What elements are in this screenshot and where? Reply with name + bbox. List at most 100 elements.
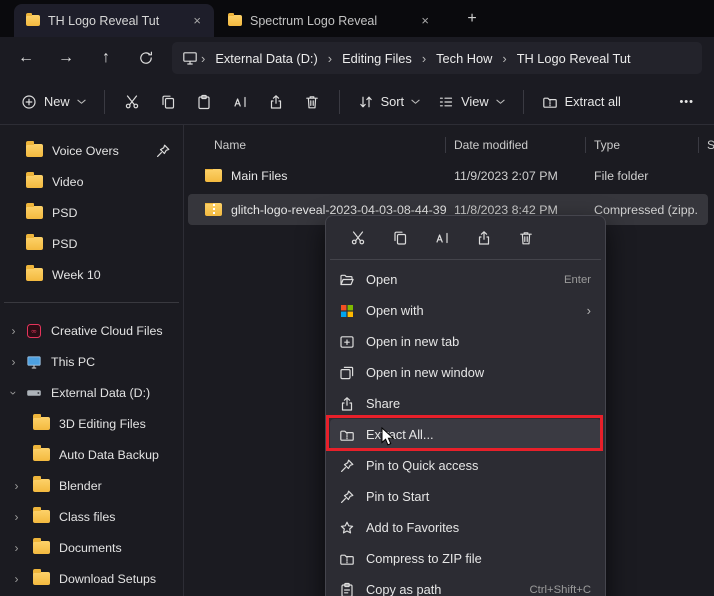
zip-folder-icon — [542, 97, 557, 108]
sidebar-item-label: Class files — [59, 509, 116, 524]
menu-item-copy-as-path[interactable]: Copy as path Ctrl+Shift+C — [330, 574, 601, 596]
submenu-chevron-icon: › — [586, 303, 591, 318]
copy-button[interactable] — [150, 85, 186, 119]
tab-th-logo-reveal[interactable]: TH Logo Reveal Tut × — [14, 4, 214, 37]
more-options-button[interactable]: ••• — [671, 92, 702, 112]
chevron-right-icon: › — [201, 50, 206, 66]
copy-icon — [162, 95, 174, 109]
cut-button[interactable] — [338, 223, 378, 253]
view-button[interactable]: View — [429, 87, 514, 117]
sidebar-item-video[interactable]: Video — [0, 166, 183, 197]
folder-icon — [26, 13, 40, 26]
chevron-right-icon[interactable]: › — [9, 324, 18, 338]
toolbar-divider — [338, 89, 340, 114]
clipboard-path-icon — [341, 582, 353, 596]
forward-button[interactable]: → — [46, 41, 86, 75]
rename-button[interactable] — [222, 85, 258, 119]
up-button[interactable]: ↑ — [86, 41, 126, 75]
chevron-right-icon[interactable]: › — [12, 510, 21, 524]
chevron-down-icon — [495, 99, 505, 104]
menu-item-label: Add to Favorites — [366, 520, 460, 535]
menu-item-open-with[interactable]: Open with › — [330, 295, 601, 326]
command-toolbar: New Sort View Extract all ••• — [0, 79, 714, 125]
sidebar-item-week-10[interactable]: Week 10 — [0, 259, 183, 290]
context-menu-icon-row — [330, 220, 601, 260]
sidebar-item-psd[interactable]: PSD — [0, 197, 183, 228]
breadcrumb-item[interactable]: Tech How — [429, 51, 499, 66]
sidebar-item-blender[interactable]: › Blender — [0, 470, 183, 501]
scissors-icon — [351, 231, 365, 245]
sort-button[interactable]: Sort — [349, 87, 429, 117]
sidebar: Voice Overs Video PSD PSD Week 10 › ∞ Cr… — [0, 125, 184, 596]
sidebar-item-this-pc[interactable]: › This PC — [0, 346, 183, 377]
new-window-icon — [340, 366, 354, 379]
column-header-size[interactable]: S — [699, 137, 714, 153]
sidebar-item-creative-cloud[interactable]: › ∞ Creative Cloud Files — [0, 315, 183, 346]
toolbar-divider — [522, 89, 524, 114]
sidebar-item-download-setups[interactable]: › Download Setups — [0, 563, 183, 594]
menu-item-pin-to-start[interactable]: Pin to Start — [330, 481, 601, 512]
menu-item-open-in-new-tab[interactable]: Open in new tab — [330, 326, 601, 357]
column-headers: Name Date modified Type S — [184, 133, 714, 157]
sidebar-item-label: This PC — [51, 354, 96, 369]
tab-close-icon[interactable]: × — [188, 13, 206, 28]
menu-item-extract-all[interactable]: Extract All... — [330, 419, 601, 450]
breadcrumb-item[interactable]: External Data (D:) — [208, 51, 324, 66]
column-header-type[interactable]: Type — [586, 137, 699, 153]
menu-item-open[interactable]: Open Enter — [330, 264, 601, 295]
chevron-right-icon[interactable]: › — [12, 572, 21, 586]
file-row-main-files[interactable]: Main Files 11/9/2023 2:07 PM File folder — [188, 160, 708, 191]
cut-button[interactable] — [114, 85, 150, 119]
sort-icon — [359, 96, 372, 107]
sidebar-item-label: PSD — [52, 205, 78, 220]
tab-close-icon[interactable]: × — [416, 13, 434, 28]
sidebar-item-auto-data-backup[interactable]: Auto Data Backup — [0, 439, 183, 470]
menu-item-pin-to-quick-access[interactable]: Pin to Quick access — [330, 450, 601, 481]
rename-button[interactable] — [422, 223, 462, 253]
copy-button[interactable] — [380, 223, 420, 253]
new-button[interactable]: New — [12, 87, 95, 117]
extract-all-button[interactable]: Extract all — [533, 87, 630, 117]
sidebar-item-voice-overs[interactable]: Voice Overs — [0, 135, 183, 166]
breadcrumb-item[interactable]: Editing Files — [335, 51, 419, 66]
toolbar-divider — [103, 89, 105, 114]
menu-item-label: Open in new window — [366, 365, 485, 380]
tab-spectrum-logo-reveal[interactable]: Spectrum Logo Reveal × — [216, 4, 442, 37]
menu-item-open-in-new-window[interactable]: Open in new window — [330, 357, 601, 388]
refresh-button[interactable] — [126, 41, 166, 75]
chevron-right-icon[interactable]: › — [12, 541, 21, 555]
column-header-date-modified[interactable]: Date modified — [446, 137, 586, 153]
pin-icon — [155, 143, 171, 159]
menu-item-add-to-favorites[interactable]: Add to Favorites — [330, 512, 601, 543]
share-button[interactable] — [258, 85, 294, 119]
new-tab-icon — [340, 335, 354, 348]
delete-button[interactable] — [294, 85, 330, 119]
menu-item-share[interactable]: Share — [330, 388, 601, 419]
chevron-down-icon — [411, 99, 420, 104]
back-button[interactable]: ← — [6, 41, 46, 75]
breadcrumb-item[interactable]: TH Logo Reveal Tut — [510, 51, 638, 66]
file-explorer-window: TH Logo Reveal Tut × Spectrum Logo Revea… — [0, 0, 714, 596]
share-button[interactable] — [464, 223, 504, 253]
delete-button[interactable] — [506, 223, 546, 253]
sidebar-item-external-data[interactable]: › External Data (D:) — [0, 377, 183, 408]
paste-button[interactable] — [186, 85, 222, 119]
file-date: 11/9/2023 2:07 PM — [454, 168, 558, 183]
column-header-name[interactable]: Name — [184, 137, 446, 153]
sidebar-item-psd-2[interactable]: PSD — [0, 228, 183, 259]
folder-icon — [33, 476, 50, 492]
tab-bar: TH Logo Reveal Tut × Spectrum Logo Revea… — [0, 0, 714, 37]
chevron-down-icon[interactable]: › — [7, 388, 21, 397]
breadcrumb[interactable]: › External Data (D:) › Editing Files › T… — [172, 42, 702, 74]
chevron-right-icon[interactable]: › — [9, 355, 18, 369]
sidebar-item-documents[interactable]: › Documents — [0, 532, 183, 563]
creative-cloud-icon: ∞ — [27, 323, 41, 338]
menu-item-compress-to-zip[interactable]: Compress to ZIP file — [330, 543, 601, 574]
new-tab-button[interactable]: + — [458, 5, 486, 33]
sidebar-item-class-files[interactable]: › Class files — [0, 501, 183, 532]
svg-text:∞: ∞ — [31, 326, 37, 335]
chevron-right-icon[interactable]: › — [12, 479, 21, 493]
sidebar-item-label: Voice Overs — [52, 143, 119, 158]
sidebar-item-3d-editing-files[interactable]: 3D Editing Files — [0, 408, 183, 439]
open-with-icon — [341, 304, 353, 317]
